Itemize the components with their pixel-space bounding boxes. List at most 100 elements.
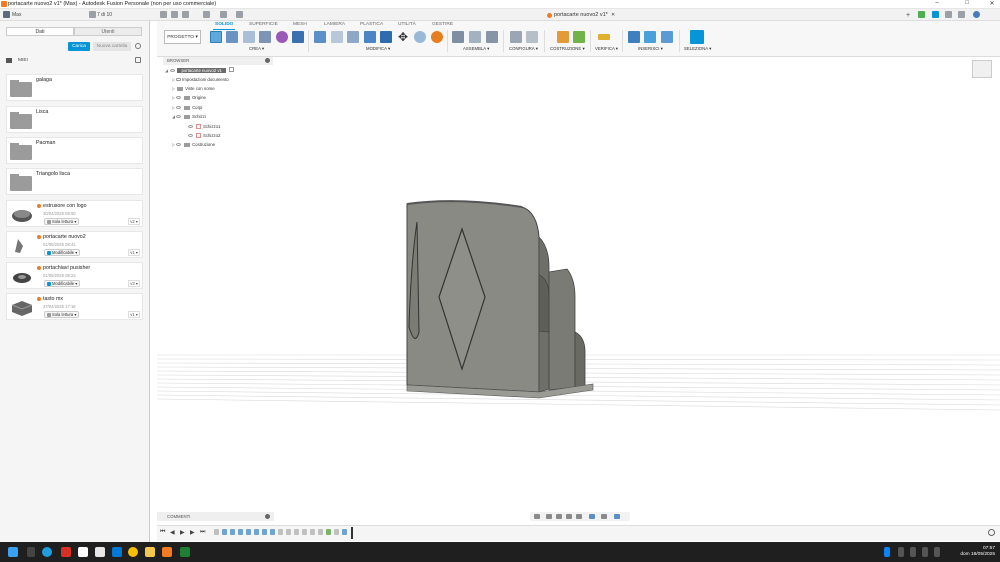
- filter-icon[interactable]: [135, 57, 141, 63]
- version-badge[interactable]: v1 ▾: [128, 249, 140, 256]
- tab-mesh[interactable]: MESH: [293, 22, 307, 27]
- group-costruzione[interactable]: COSTRUZIONE ▾: [550, 46, 585, 52]
- system-clock[interactable]: 07:57 dom 18/05/2025: [960, 546, 995, 558]
- insert-mesh-icon[interactable]: [644, 31, 656, 43]
- visibility-eye-icon[interactable]: [176, 106, 182, 109]
- onedrive-icon[interactable]: [898, 547, 904, 557]
- visibility-eye-icon[interactable]: [188, 134, 193, 137]
- appearance-icon[interactable]: [414, 31, 426, 43]
- excel-icon[interactable]: [180, 547, 190, 557]
- expand-arrow-icon[interactable]: ▷: [172, 77, 175, 82]
- tab-gestire[interactable]: GESTIRE: [432, 22, 453, 27]
- group-configura[interactable]: CONFIGURA ▾: [509, 46, 538, 52]
- undo-icon[interactable]: [203, 11, 210, 18]
- parameters-icon[interactable]: [510, 31, 522, 43]
- visibility-eye-icon[interactable]: [170, 69, 176, 72]
- tab-utenti[interactable]: Utenti: [74, 27, 142, 36]
- timeline-feature-extrude[interactable]: [262, 529, 267, 535]
- timeline-feature-fillet[interactable]: [302, 529, 307, 535]
- office-icon[interactable]: [78, 547, 88, 557]
- shell-icon[interactable]: [364, 31, 376, 43]
- folder-card[interactable]: Pacman: [6, 137, 143, 164]
- zoom-icon[interactable]: [566, 514, 572, 519]
- workspace-switcher[interactable]: PROGETTO ▾: [164, 30, 201, 44]
- group-modifica[interactable]: MODIFICA ▾: [366, 46, 390, 52]
- access-badge[interactable]: Modificabile ▾: [44, 249, 81, 256]
- timeline-feature-fillet[interactable]: [286, 529, 291, 535]
- file-card[interactable]: portachiavi pusisher 01/05/2025 08:23 Mo…: [6, 262, 143, 289]
- document-tab[interactable]: portacarte nuovo2 v1*: [554, 12, 608, 18]
- browser-root[interactable]: ◢ portacarte nuovo2 v1: [165, 67, 235, 76]
- timeline-settings-gear-icon[interactable]: [988, 529, 995, 536]
- physical-material-icon[interactable]: [431, 31, 443, 43]
- fusion-taskbar-icon[interactable]: [162, 547, 172, 557]
- volume-icon[interactable]: [922, 547, 928, 557]
- file-menu-icon[interactable]: [171, 11, 178, 18]
- tree-item[interactable]: Schizzo2: [187, 133, 220, 142]
- tree-item[interactable]: ▷ Costruzione: [172, 142, 215, 151]
- timeline-play-icon[interactable]: ▶: [180, 529, 185, 536]
- tree-item[interactable]: ▷ Corpi: [172, 105, 202, 114]
- minimize-button[interactable]: –: [930, 0, 944, 8]
- offset-plane-icon[interactable]: [557, 31, 569, 43]
- tree-item[interactable]: ▷ Impostazioni documento: [172, 77, 229, 86]
- visibility-eye-icon[interactable]: [188, 125, 193, 128]
- visibility-eye-icon[interactable]: [176, 143, 182, 146]
- timeline-feature-extrude[interactable]: [246, 529, 251, 535]
- timeline-feature-sketch[interactable]: [334, 529, 339, 535]
- file-explorer-icon[interactable]: [145, 547, 155, 557]
- pin-icon[interactable]: [265, 58, 270, 63]
- version-icon[interactable]: [89, 11, 96, 18]
- timeline-feature-extrude[interactable]: [238, 529, 243, 535]
- tab-solido[interactable]: SOLIDO: [215, 22, 233, 27]
- save-icon[interactable]: [182, 11, 189, 18]
- timeline-start-icon[interactable]: ⏮: [160, 529, 165, 536]
- triangle-app-icon[interactable]: [95, 547, 105, 557]
- box-icon[interactable]: [292, 31, 304, 43]
- group-inserisci[interactable]: INSERISCI ▾: [638, 46, 663, 52]
- timeline-feature-fillet[interactable]: [294, 529, 299, 535]
- maximize-button[interactable]: □: [960, 0, 974, 8]
- help-icon[interactable]: [958, 11, 965, 18]
- grid-apps-icon[interactable]: [160, 11, 167, 18]
- document-tab-close[interactable]: ✕: [611, 12, 615, 18]
- new-folder-button[interactable]: Nuova cartella: [93, 42, 131, 51]
- group-verifica[interactable]: VERIFICA ▾: [595, 46, 618, 52]
- select-cursor-icon[interactable]: [690, 30, 704, 44]
- expand-arrow-icon[interactable]: ▷: [172, 105, 175, 110]
- move-icon[interactable]: ✥: [397, 31, 409, 43]
- design-canvas[interactable]: [157, 57, 1000, 512]
- expand-arrow-icon[interactable]: ▷: [172, 95, 175, 100]
- start-windows-icon[interactable]: [8, 547, 18, 557]
- timeline-feature-extrude[interactable]: [270, 529, 275, 535]
- timeline-feature-fillet[interactable]: [278, 529, 283, 535]
- tree-item[interactable]: Schizzo1: [187, 124, 220, 133]
- store-icon[interactable]: [112, 547, 122, 557]
- revolve-icon[interactable]: [243, 31, 255, 43]
- timeline-next-icon[interactable]: ▶: [190, 529, 195, 536]
- timeline-feature-extrude[interactable]: [230, 529, 235, 535]
- home-icon[interactable]: [236, 11, 243, 18]
- visibility-eye-icon[interactable]: [176, 115, 182, 118]
- access-badge[interactable]: Sola lettura ▾: [44, 311, 80, 318]
- viewports-icon[interactable]: [614, 514, 620, 519]
- tab-plastica[interactable]: PLASTICA: [360, 22, 383, 27]
- group-crea[interactable]: CREA ▾: [249, 46, 264, 52]
- version-counter[interactable]: 7 di 10: [97, 12, 112, 18]
- close-button[interactable]: ✕: [985, 0, 999, 8]
- expand-arrow-icon[interactable]: ▷: [172, 142, 175, 147]
- task-view-icon[interactable]: [27, 547, 35, 557]
- timeline-feature-plane[interactable]: [326, 529, 331, 535]
- combine-icon[interactable]: [380, 31, 392, 43]
- look-at-icon[interactable]: [546, 514, 552, 519]
- timeline-feature-extrude[interactable]: [254, 529, 259, 535]
- file-card[interactable]: portacarte nuovo2 01/05/2025 08:41 Modif…: [6, 231, 143, 258]
- redo-icon[interactable]: [220, 11, 227, 18]
- battery-icon[interactable]: [934, 547, 940, 557]
- acrobat-icon[interactable]: [61, 547, 71, 557]
- fillet-icon[interactable]: [331, 31, 343, 43]
- bluetooth-icon[interactable]: [884, 547, 890, 557]
- comments-panel[interactable]: COMMENTI: [157, 512, 274, 521]
- timeline-previous-icon[interactable]: ◀: [170, 529, 175, 536]
- home-icon[interactable]: [6, 58, 12, 63]
